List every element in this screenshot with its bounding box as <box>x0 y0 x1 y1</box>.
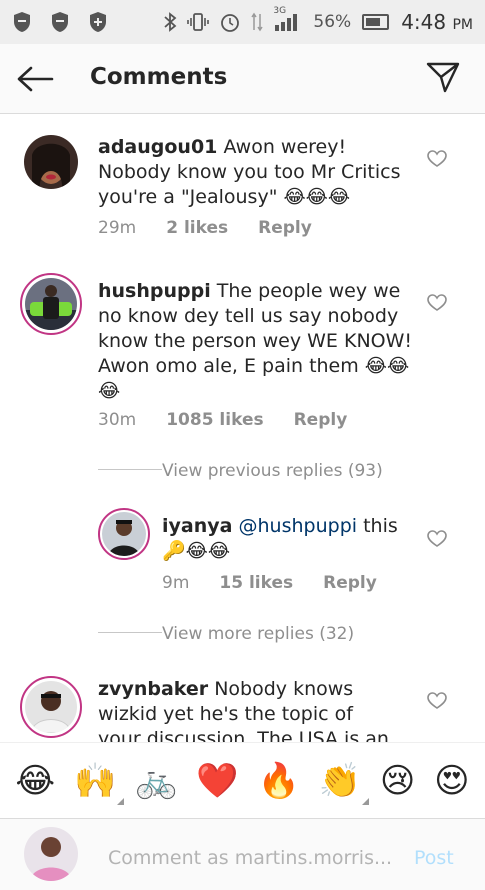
battery-percent: 56% <box>313 12 352 32</box>
comment-username[interactable]: iyanya <box>162 515 232 537</box>
bluetooth-icon <box>163 12 177 32</box>
like-heart-icon[interactable] <box>427 150 449 170</box>
comment-text: iyanya @hushpuppi this 🔑😂😂 <box>162 514 402 564</box>
replies-divider <box>98 469 162 470</box>
signal-icon: 3G <box>273 6 303 32</box>
avatar <box>24 827 78 881</box>
emoji-fire-button[interactable]: 🔥 <box>257 761 299 801</box>
replies-divider <box>98 632 162 633</box>
shield-plus-icon <box>88 11 108 33</box>
comment-username[interactable]: zvynbaker <box>98 678 208 700</box>
view-more-replies-link[interactable]: View more replies (32) <box>162 624 354 644</box>
mention-link[interactable]: @hushpuppi <box>239 515 358 537</box>
view-previous-replies-link[interactable]: View previous replies (93) <box>162 461 383 481</box>
app-header: Comments <box>0 44 485 114</box>
emoji-tears-of-joy-button[interactable]: 😂 <box>15 761 55 801</box>
back-arrow-icon[interactable] <box>16 62 56 96</box>
emoji-bicycle-button[interactable]: 🚲 <box>135 761 177 801</box>
comment-meta: 30m 1085 likes Reply <box>98 410 377 430</box>
direct-send-icon[interactable] <box>425 59 465 99</box>
avatar[interactable] <box>20 676 82 738</box>
emoji-raised-hands-button[interactable]: 🙌 <box>74 761 125 805</box>
comment-time: 29m <box>98 218 137 238</box>
comment-text: zvynbaker Nobody knows wizkid yet he's t… <box>98 677 398 742</box>
comment-input[interactable]: Comment as martins.morris... <box>108 847 392 869</box>
avatar[interactable] <box>20 273 82 335</box>
emoji-heart-button[interactable]: ❤️ <box>196 761 238 801</box>
avatar[interactable] <box>98 508 150 560</box>
data-arrows-icon <box>251 12 264 32</box>
like-heart-icon[interactable] <box>427 692 449 712</box>
emoji-crying-button[interactable]: 😢 <box>380 761 415 801</box>
vibrate-icon <box>187 12 210 32</box>
like-heart-icon[interactable] <box>427 530 449 550</box>
status-bar: 3G 56% 4:48 PM <box>0 0 485 44</box>
comment-meta: 29m 2 likes Reply <box>98 218 342 238</box>
likes-count[interactable]: 1085 likes <box>166 410 263 430</box>
alarm-icon <box>219 11 241 33</box>
reply-button[interactable]: Reply <box>258 218 312 238</box>
shield-icon <box>12 11 32 33</box>
avatar[interactable] <box>24 135 78 189</box>
reply-button[interactable]: Reply <box>294 410 348 430</box>
comment-time: 30m <box>98 410 137 430</box>
emoji-heart-eyes-button[interactable]: 😍 <box>434 761 469 801</box>
likes-count[interactable]: 2 likes <box>166 218 228 238</box>
emoji-clapping-button[interactable]: 👏 <box>319 761 369 805</box>
reply-button[interactable]: Reply <box>323 573 377 593</box>
page-title: Comments <box>90 64 228 90</box>
comment-text: hushpuppi The people wey we no know dey … <box>98 279 416 404</box>
comment-meta: 9m 15 likes Reply <box>162 573 407 593</box>
like-heart-icon[interactable] <box>427 294 449 314</box>
post-button[interactable]: Post <box>414 847 454 869</box>
likes-count[interactable]: 15 likes <box>219 573 293 593</box>
comment-text: adaugou01 Awon werey! Nobody know you to… <box>98 135 418 210</box>
comment-time: 9m <box>162 573 190 593</box>
clock: 4:48 PM <box>401 10 473 34</box>
comment-username[interactable]: hushpuppi <box>98 280 211 302</box>
comment-username[interactable]: adaugou01 <box>98 136 217 158</box>
comment-composer: Comment as martins.morris... Post <box>0 818 485 890</box>
emoji-quick-bar: 😂 🙌 🚲 ❤️ 🔥 👏 😢 😍 <box>0 742 485 818</box>
shield-icon <box>50 11 70 33</box>
battery-icon <box>361 14 391 30</box>
